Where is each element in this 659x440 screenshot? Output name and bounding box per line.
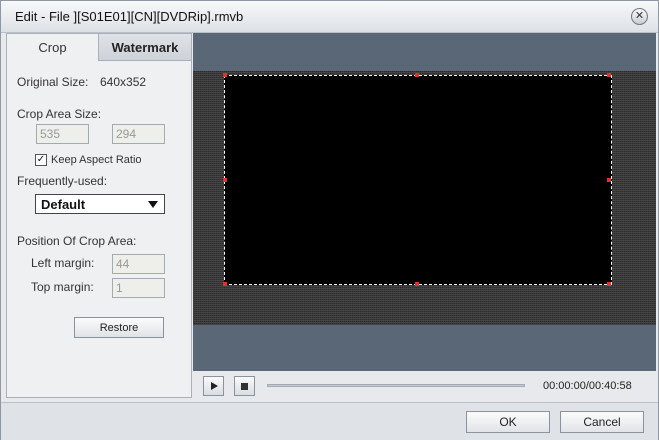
crop-handle-bottom[interactable] (415, 282, 419, 286)
original-size-label: Original Size: (17, 75, 89, 89)
crop-settings-panel: Crop Watermark Original Size: 640x352 Cr… (6, 33, 192, 398)
tab-crop[interactable]: Crop (7, 34, 98, 61)
tab-bar: Crop Watermark (7, 34, 191, 61)
top-margin-input[interactable] (112, 278, 165, 298)
crop-handle-top[interactable] (415, 73, 419, 77)
frequently-used-value: Default (41, 197, 86, 212)
edit-dialog: Edit - File ][S01E01][CN][DVDRip].rmvb ✕… (0, 0, 659, 440)
crop-height-input[interactable] (112, 124, 165, 144)
play-button[interactable] (203, 376, 224, 396)
crop-handle-bottom-right[interactable] (607, 282, 611, 286)
stop-icon (241, 383, 248, 390)
chevron-down-icon (148, 201, 158, 208)
left-margin-input[interactable] (112, 254, 165, 274)
left-margin-label: Left margin: (31, 256, 95, 270)
original-size-value: 640x352 (100, 75, 147, 89)
preview-area (193, 33, 656, 371)
frequently-used-label: Frequently-used: (17, 174, 108, 188)
crop-handle-top-left[interactable] (223, 73, 227, 77)
crop-rectangle[interactable] (224, 75, 612, 285)
playback-time: 00:00:00/00:40:58 (543, 380, 632, 392)
position-label: Position Of Crop Area: (17, 234, 137, 248)
keep-aspect-ratio-label: Keep Aspect Ratio (51, 154, 142, 166)
top-margin-label: Top margin: (31, 280, 94, 294)
close-icon: ✕ (634, 10, 645, 22)
keep-aspect-ratio-checkbox[interactable]: ✓ (35, 154, 47, 166)
crop-handle-left[interactable] (223, 178, 227, 182)
crop-handle-top-right[interactable] (607, 73, 611, 77)
video-frame-background (193, 71, 656, 325)
frequently-used-select[interactable]: Default (35, 194, 165, 214)
crop-area-size-label: Crop Area Size: (17, 107, 102, 121)
progress-slider[interactable] (267, 384, 525, 387)
play-icon (211, 382, 218, 390)
playback-controls: 00:00:00/00:40:58 (193, 371, 656, 400)
close-button[interactable]: ✕ (631, 8, 648, 25)
ok-button[interactable]: OK (466, 411, 550, 433)
tab-watermark[interactable]: Watermark (98, 34, 191, 61)
crop-handle-right[interactable] (607, 178, 611, 182)
dialog-footer: OK Cancel (1, 402, 658, 440)
title-bar[interactable]: Edit - File ][S01E01][CN][DVDRip].rmvb ✕ (1, 1, 658, 33)
cancel-button[interactable]: Cancel (560, 411, 644, 433)
window-title: Edit - File ][S01E01][CN][DVDRip].rmvb (15, 9, 244, 24)
crop-handle-bottom-left[interactable] (223, 282, 227, 286)
stop-button[interactable] (234, 376, 255, 396)
restore-button[interactable]: Restore (74, 317, 164, 338)
crop-width-input[interactable] (36, 124, 89, 144)
